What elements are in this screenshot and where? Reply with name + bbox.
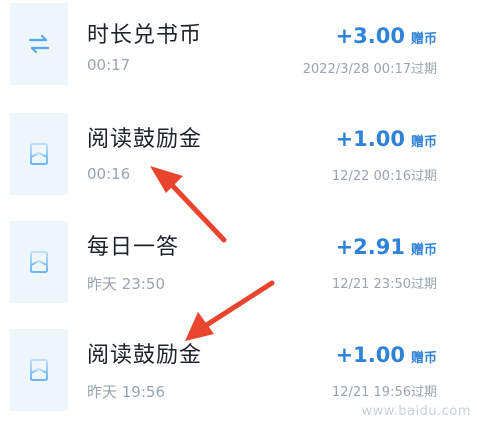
transaction-amount: +3.00 [335,24,405,48]
book-icon [10,221,68,303]
transaction-row[interactable]: 每日一答 昨天 23:50 +2.91 赠币 12/21 23:50过期 [0,211,477,311]
transaction-time: 00:17 [87,56,131,74]
amount-unit: 赠币 [410,32,437,47]
transaction-time: 00:16 [87,165,131,183]
book-icon [10,113,68,195]
expiry-date: 12/21 23:50过期 [331,277,437,292]
amount-unit: 赠币 [410,243,437,258]
transaction-title: 阅读鼓励金 [87,127,203,152]
transaction-row[interactable]: 阅读鼓励金 00:16 +1.00 赠币 12/22 00:16过期 [0,103,477,203]
book-icon [10,329,68,411]
exchange-arrows-icon [10,3,68,85]
transaction-row[interactable]: 时长兑书币 00:17 +3.00 赠币 2022/3/28 00:17过期 [0,0,477,90]
amount-unit: 赠币 [410,135,437,150]
transaction-amount: +2.91 [335,235,405,259]
expiry-date: 12/21 19:56过期 [331,385,437,400]
transaction-time: 昨天 19:56 [87,383,165,401]
transaction-title: 时长兑书币 [87,23,203,48]
transaction-amount: +1.00 [335,343,405,367]
amount-group: +2.91 赠币 [336,235,437,259]
transaction-list: 时长兑书币 00:17 +3.00 赠币 2022/3/28 00:17过期 阅… [0,0,477,427]
amount-unit: 赠币 [410,351,437,366]
expiry-date: 12/22 00:16过期 [331,169,437,184]
expiry-date: 2022/3/28 00:17过期 [302,62,437,77]
amount-group: +3.00 赠币 [336,24,437,48]
amount-group: +1.00 赠币 [336,343,437,367]
transaction-amount: +1.00 [335,127,405,151]
transaction-title: 阅读鼓励金 [87,343,203,368]
transaction-time: 昨天 23:50 [87,275,165,293]
transaction-title: 每日一答 [87,235,180,260]
watermark: www.baidu.com [361,404,471,419]
amount-group: +1.00 赠币 [336,127,437,151]
